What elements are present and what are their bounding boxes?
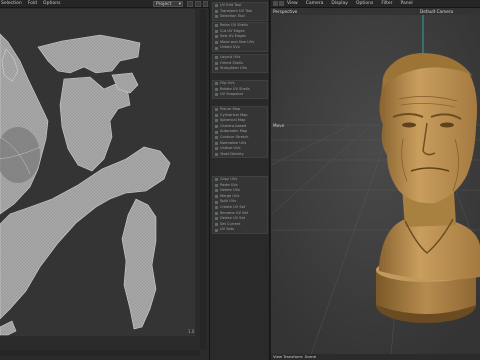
uv-corner-label: 1.0 <box>188 329 195 334</box>
tool-icon <box>215 178 218 182</box>
viewport-menubar: View Camera Display Options Filter Panel <box>271 0 480 8</box>
uv-toolkit-panel: UV Edit Tool Transform UV Tool Selection… <box>210 0 270 360</box>
toolkit-group-6: Copy UVs Paste UVs Delete UVs Merge UVs … <box>212 176 268 234</box>
toolkit-item[interactable]: Straighten UVs <box>213 66 267 72</box>
tool-icon <box>215 108 218 112</box>
camera-label[interactable]: Default Camera <box>420 9 453 14</box>
tool-icon <box>215 61 218 65</box>
uv-shell-sliver <box>121 198 157 330</box>
tool-icon <box>215 189 218 193</box>
toolkit-item-label: UV Snapshot <box>220 92 244 97</box>
tool-icon <box>215 67 218 71</box>
tool-icon <box>215 119 218 123</box>
bust-eye-right <box>440 122 454 128</box>
tool-icon <box>215 195 218 199</box>
uv-scrollbar-vertical[interactable] <box>200 9 206 349</box>
toolkit-item-label: Texel Density <box>220 151 244 156</box>
tool-icon <box>215 29 218 33</box>
toolkit-group-1: UV Edit Tool Transform UV Tool Selection… <box>212 2 268 21</box>
uv-shell-top <box>37 34 141 74</box>
bust-eye-left <box>402 122 416 128</box>
toolkit-group-3: Layout UVs Orient Shells Straighten UVs <box>212 54 268 73</box>
uv-tool-icon-c[interactable] <box>203 1 208 7</box>
tool-icon <box>215 183 218 187</box>
uv-scrollbar-horizontal[interactable] <box>0 350 200 356</box>
toolkit-item[interactable]: Selection Tool <box>213 14 267 20</box>
viewport-scene[interactable] <box>271 15 480 355</box>
tool-icon <box>215 82 218 86</box>
toolkit-group-2: Relax UV Shells Cut UV Edges Sew UV Edge… <box>212 22 268 52</box>
tool-icon <box>215 93 218 97</box>
toolkit-item-label: Unfold UVs <box>220 45 240 50</box>
toolkit-item-label: UV Sets <box>220 227 235 232</box>
viewport-icon-b[interactable] <box>279 1 284 6</box>
tool-icon <box>215 153 218 157</box>
tool-icon <box>215 56 218 60</box>
uv-editor-panel: Selection Fold Options Project ▾ 1.0 <box>0 0 210 360</box>
perspective-label[interactable]: Perspective <box>273 9 297 14</box>
tool-icon <box>215 200 218 204</box>
menu-display[interactable]: Display <box>331 1 348 6</box>
menu-fold[interactable]: Fold <box>28 1 37 6</box>
viewport-toolbar-icons <box>273 1 285 6</box>
menu-camera[interactable]: Camera <box>306 1 324 6</box>
chevron-down-icon: ▾ <box>178 2 181 7</box>
toolkit-item-label: Selection Tool <box>220 14 245 19</box>
tool-icon <box>215 125 218 129</box>
uv-tool-icon-a[interactable] <box>187 1 193 7</box>
tool-icon <box>215 87 218 91</box>
toolkit-item[interactable]: Unfold UVs <box>213 45 267 51</box>
tool-icon <box>215 113 218 117</box>
axis-label: Move <box>273 123 285 128</box>
tool-icon <box>215 4 218 8</box>
tool-icon <box>215 35 218 39</box>
uv-shells-graphic <box>0 33 171 336</box>
tool-icon <box>215 41 218 45</box>
menu-filter[interactable]: Filter <box>381 1 392 6</box>
uv-tool-icon-b[interactable] <box>195 1 201 7</box>
tool-icon <box>215 141 218 145</box>
menu-panel[interactable]: Panel <box>400 1 412 6</box>
viewport-panel: View Camera Display Options Filter Panel… <box>271 0 480 360</box>
project-dropdown[interactable]: Project ▾ <box>153 1 183 7</box>
toolkit-item[interactable]: Texel Density <box>213 152 267 158</box>
toolkit-item[interactable]: UV Snapshot <box>213 92 267 98</box>
tool-icon <box>215 9 218 13</box>
menu-options[interactable]: Options <box>356 1 373 6</box>
viewport-icon-a[interactable] <box>273 1 278 6</box>
tool-icon <box>215 223 218 227</box>
viewport-status: View Transform: Scene <box>271 354 480 360</box>
menu-selection[interactable]: Selection <box>1 1 22 6</box>
toolkit-item-label: Straighten UVs <box>220 66 247 71</box>
tool-icon <box>215 211 218 215</box>
tool-icon <box>215 206 218 210</box>
toolkit-item[interactable]: UV Sets <box>213 227 267 233</box>
uv-shell-small-c <box>0 320 17 336</box>
uv-shell-mid <box>59 76 131 172</box>
toolkit-group-5: Planar Map Cylindrical Map Spherical Map… <box>212 106 268 159</box>
tool-icon <box>215 217 218 221</box>
tool-icon <box>215 228 218 232</box>
tool-icon <box>215 130 218 134</box>
uv-canvas[interactable] <box>0 9 195 336</box>
tool-icon <box>215 46 218 50</box>
toolkit-group-4: Flip UVs Rotate UV Shells UV Snapshot <box>212 80 268 99</box>
viewport-subheader: Perspective Default Camera <box>271 8 480 15</box>
tool-icon <box>215 136 218 140</box>
menu-options[interactable]: Options <box>43 1 60 6</box>
tool-icon <box>215 147 218 151</box>
project-dropdown-label: Project <box>156 2 172 7</box>
tool-icon <box>215 15 218 19</box>
tool-icon <box>215 24 218 28</box>
menu-view[interactable]: View <box>287 1 298 6</box>
